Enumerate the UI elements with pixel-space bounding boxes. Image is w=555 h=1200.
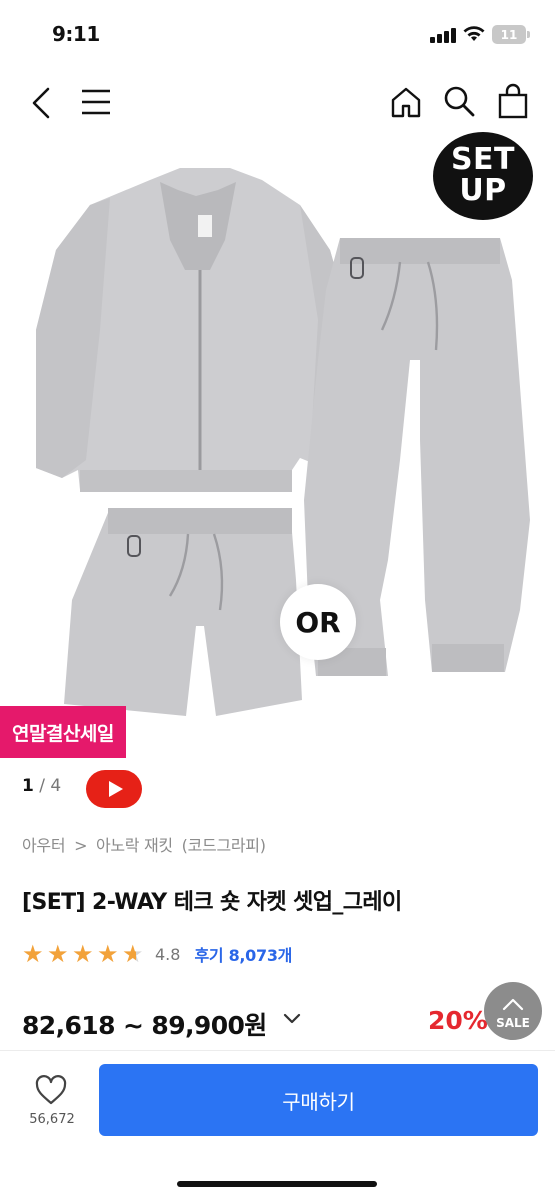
scroll-top-sale-button[interactable]: SALE (484, 982, 542, 1040)
pager-separator: / (39, 776, 51, 796)
chevron-up-icon (502, 998, 524, 1011)
back-chevron-icon[interactable] (30, 86, 52, 120)
search-icon[interactable] (443, 85, 475, 119)
discount-rate: 20% (428, 1006, 488, 1035)
product-title: [SET] 2-WAY 테크 숏 자켓 셋업_그레이 (22, 890, 402, 915)
heart-icon[interactable] (34, 1074, 68, 1106)
divider (0, 1050, 555, 1051)
badge-line-1: SET (450, 142, 516, 177)
breadcrumb: 아우터 > 아노락 재킷 (코드그라피) (22, 832, 270, 856)
jacket-illustration (36, 168, 352, 492)
breadcrumb-item-anorak[interactable]: 아노락 재킷 (96, 836, 173, 855)
like-count: 56,672 (29, 1112, 75, 1127)
review-link[interactable]: 후기 8,073개 (194, 942, 292, 966)
rating-row: ★ ★ ★ ★ ★ 4.8 후기 8,073개 (22, 942, 292, 966)
video-play-icon[interactable] (86, 770, 142, 808)
status-time: 9:11 (52, 22, 100, 46)
battery-icon: 11 (492, 25, 526, 44)
home-indicator (177, 1181, 377, 1187)
rating-value: 4.8 (155, 944, 181, 964)
star-icon: ★ (97, 939, 119, 968)
star-icon: ★ (22, 939, 44, 968)
star-icon: ★ (72, 939, 94, 968)
product-photo-illustration (36, 168, 530, 716)
star-icon: ★ (47, 939, 69, 968)
wifi-icon (463, 26, 485, 41)
buy-button[interactable]: 구매하기 (99, 1064, 538, 1136)
product-image[interactable] (0, 130, 555, 760)
home-icon[interactable] (390, 86, 422, 118)
pager-total: 4 (50, 776, 62, 796)
status-bar: 9:11 11 (0, 0, 555, 70)
battery-nub (527, 31, 530, 38)
breadcrumb-item-outer[interactable]: 아우터 (22, 836, 66, 855)
pager-current: 1 (22, 776, 34, 796)
badge-line-2: UP (459, 173, 507, 208)
menu-icon[interactable] (80, 88, 112, 116)
shorts-illustration (64, 508, 302, 716)
shopping-bag-icon[interactable] (498, 83, 528, 119)
image-pager: 1 / 4 (22, 776, 61, 796)
half-star-icon: ★ (122, 939, 144, 968)
or-badge: OR (280, 584, 356, 660)
sale-fab-label: SALE (496, 1016, 530, 1030)
set-up-badge: SET UP (433, 132, 533, 220)
price-range[interactable]: 82,618 ~ 89,900원 (22, 1006, 267, 1042)
chevron-down-icon[interactable] (282, 1012, 302, 1026)
breadcrumb-brand[interactable]: (코드그라피) (182, 836, 266, 855)
sale-tag: 연말결산세일 (0, 706, 126, 758)
cellular-signal-icon (430, 27, 456, 43)
breadcrumb-separator: > (74, 836, 88, 855)
